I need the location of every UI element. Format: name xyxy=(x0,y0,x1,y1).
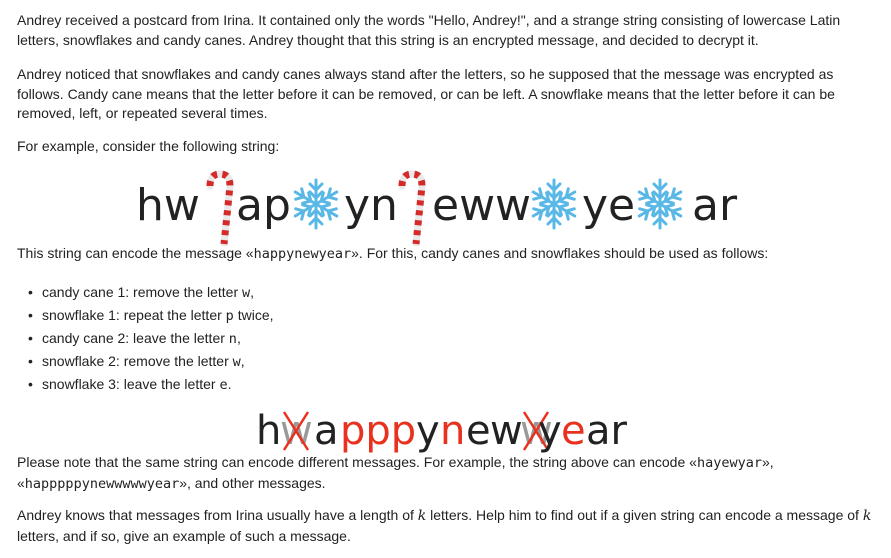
segment-eww: eww xyxy=(432,180,531,231)
segment-hw: hw xyxy=(136,180,200,231)
letter-a: a xyxy=(314,408,339,454)
segment-yn: yn xyxy=(344,180,398,231)
decoded-string-svg: h w a ppp y n e w w y e ar xyxy=(256,408,628,454)
example-intro: For example, consider the following stri… xyxy=(17,138,280,154)
letters-ar: ar xyxy=(586,408,628,454)
letter-y: y xyxy=(538,408,562,454)
candy-cane-icon xyxy=(210,174,230,244)
decoding-rules-list: candy cane 1: remove the letter w, snowf… xyxy=(17,281,274,396)
list-item: candy cane 2: leave the letter n, xyxy=(17,327,274,350)
list-item: snowflake 2: remove the letter w, xyxy=(17,350,274,373)
repeated-letters-ppp: ppp xyxy=(340,408,416,454)
list-item: candy cane 1: remove the letter w, xyxy=(17,281,274,304)
candy-cane-icon xyxy=(402,174,422,244)
letter-e: e xyxy=(466,408,491,454)
letter-w: w xyxy=(490,408,523,454)
segment-ar: ar xyxy=(692,180,738,231)
encrypted-string-figure: hw ap yn eww ye ar xyxy=(0,170,891,246)
kept-letter-n: n xyxy=(440,408,465,454)
segment-ye: ye xyxy=(582,180,635,231)
rule-paragraph: Andrey noticed that snowflakes and candy… xyxy=(17,66,835,121)
alternatives-paragraph: Please note that the same string can enc… xyxy=(17,454,774,492)
list-item: snowflake 1: repeat the letter p twice, xyxy=(17,304,274,327)
list-item: snowflake 3: leave the letter e. xyxy=(17,373,274,396)
decoded-message-paragraph: This string can encode the message «happ… xyxy=(17,245,769,262)
segment-ap: ap xyxy=(236,180,291,231)
decoded-string-figure: h w a ppp y n e w w y e ar xyxy=(0,402,891,456)
snowflake-icon xyxy=(530,180,578,228)
kept-letter-e: e xyxy=(561,408,586,454)
letter-h: h xyxy=(256,408,281,454)
snowflake-icon xyxy=(636,180,684,228)
task-paragraph: Andrey knows that messages from Irina us… xyxy=(17,507,872,544)
letter-y: y xyxy=(416,408,440,454)
intro-paragraph: Andrey received a postcard from Irina. I… xyxy=(17,12,841,48)
snowflake-icon xyxy=(292,180,340,228)
encrypted-string-svg: hw ap yn eww ye ar xyxy=(136,170,738,246)
